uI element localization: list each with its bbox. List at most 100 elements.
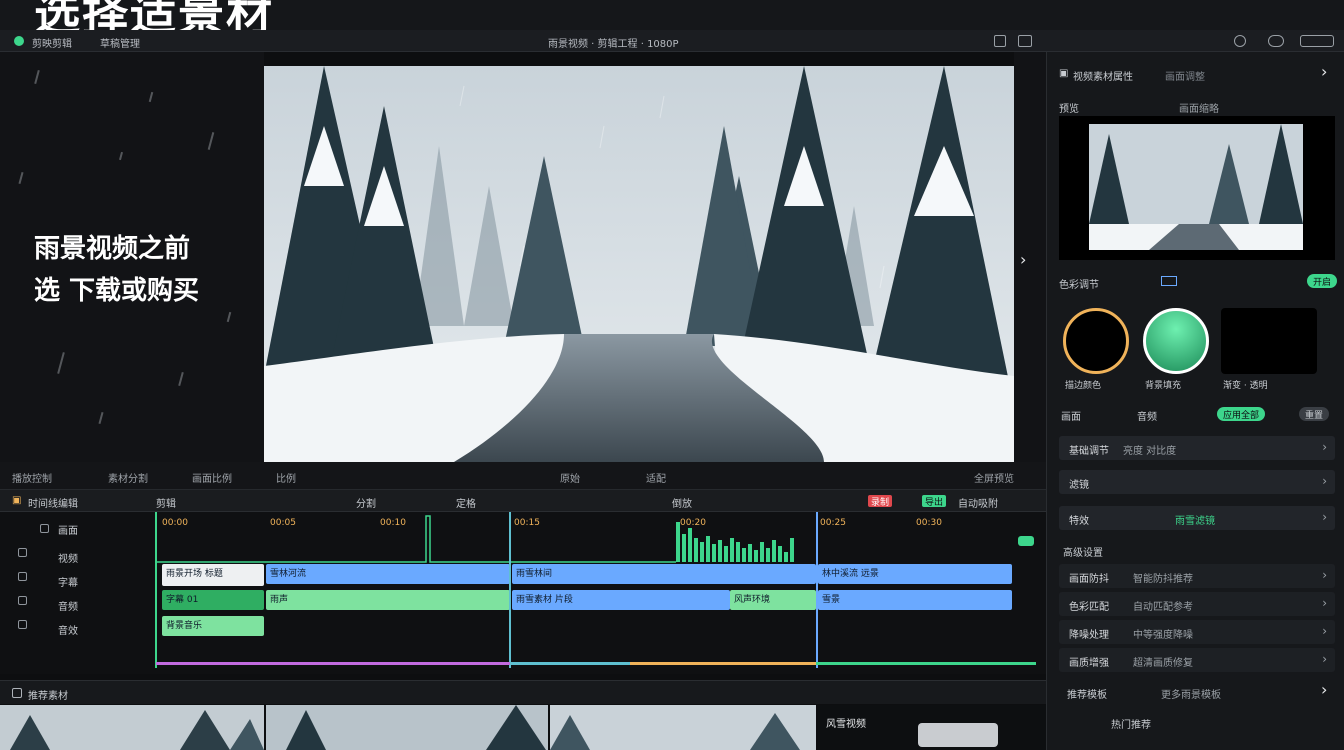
track-label: 画面 (58, 526, 78, 537)
swatch-fill[interactable] (1143, 308, 1209, 374)
material-thumb[interactable] (266, 705, 548, 750)
apply-all-button[interactable]: 应用全部 (1217, 407, 1266, 421)
app-name: 剪映剪辑 (32, 39, 72, 50)
track-mute-icon[interactable] (18, 620, 27, 629)
project-menu[interactable]: 草稿管理 (100, 35, 140, 50)
ctrl-item-split[interactable]: 素材分割 (108, 470, 148, 485)
row-chevron-icon: › (1322, 510, 1327, 524)
marker-line (816, 512, 818, 668)
bottom-header: 推荐模板 (1067, 690, 1107, 701)
timeline-title: 时间线编辑 (28, 499, 78, 510)
video-clip[interactable]: 雨雪素材 片段 (512, 590, 730, 610)
promo-line-2: 选 下载或购买 (34, 276, 200, 306)
next-chevron-icon[interactable]: › (1020, 250, 1026, 269)
row-chevron-icon: › (1322, 652, 1327, 666)
layout-icon[interactable] (994, 35, 1006, 47)
snap-toggle[interactable]: 自动吸附 (958, 495, 998, 510)
inspector-collapse-icon[interactable]: › (1321, 62, 1327, 81)
track-label: 字幕 (58, 578, 78, 589)
ctrl-item-play[interactable]: 播放控制 (12, 470, 52, 485)
inspector-row[interactable]: 滤镜 › (1059, 470, 1335, 494)
row-chevron-icon: › (1322, 440, 1327, 454)
row-value: 雨雪滤镜 (1175, 516, 1215, 527)
bottom-label: 热门推荐 (1111, 720, 1151, 731)
row-value: 超清画质修复 (1133, 658, 1193, 669)
export-badge[interactable]: 导出 (922, 495, 947, 508)
tool-split[interactable]: 分割 (356, 495, 376, 510)
promo-text: 雨景视频之前 选 下载或购买 (34, 228, 199, 312)
ctrl-item-fullscreen[interactable]: 全屏预览 (974, 470, 1014, 485)
bottom-chevron-icon[interactable]: › (1321, 680, 1327, 699)
progress-range (156, 662, 510, 665)
tool-cut[interactable]: 剪辑 (156, 495, 176, 510)
ctrl-item-ratio[interactable]: 画面比例 (192, 470, 232, 485)
adv-row[interactable]: 降噪处理 中等强度降噪 › (1059, 620, 1335, 644)
subtitle-clip[interactable]: 雨声 (266, 590, 510, 610)
adv-row[interactable]: 画质增强 超清画质修复 › (1059, 648, 1335, 672)
color-header: 色彩调节 (1059, 280, 1099, 291)
materials-strip: 风雪视频 (0, 705, 1046, 750)
bottom-tag[interactable]: 更多雨景模板 (1161, 686, 1221, 701)
track-eye-icon[interactable] (18, 548, 27, 557)
title-clip[interactable]: 雨景开场 标题 (162, 564, 264, 586)
track-lock-icon[interactable] (40, 524, 49, 533)
row-value: 自动匹配参考 (1133, 602, 1193, 613)
video-clip[interactable]: 林中溪流 远景 (818, 564, 1012, 584)
grid-icon[interactable] (1161, 276, 1177, 286)
record-badge[interactable]: 录制 (868, 495, 893, 508)
help-icon[interactable] (1234, 35, 1246, 47)
track-eye-icon[interactable] (18, 572, 27, 581)
swatch-stroke[interactable] (1063, 308, 1129, 374)
audio-clip[interactable]: 背景音乐 (162, 616, 264, 636)
menu-icon[interactable] (1018, 35, 1032, 47)
material-thumb[interactable] (0, 705, 264, 750)
video-preview[interactable] (264, 66, 1014, 462)
video-clip[interactable]: 雪林河流 (266, 564, 510, 584)
track-label: 音效 (58, 626, 78, 637)
subtitle-clip[interactable]: 风声环境 (730, 590, 816, 610)
preview-left-pane: 雨景视频之前 选 下载或购买 (0, 52, 264, 462)
tool-freeze[interactable]: 定格 (456, 495, 476, 510)
video-clip[interactable]: 雨雪林间 (512, 564, 816, 584)
row-chevron-icon: › (1322, 568, 1327, 582)
material-thumb[interactable]: 风雪视频 (818, 705, 1046, 750)
inspector-row[interactable]: 基础调节 亮度 对比度 › (1059, 436, 1335, 460)
track-label: 视频 (58, 554, 78, 565)
timeline-tracks[interactable]: 00:00 00:05 00:10 00:15 00:20 00:25 00:3… (0, 512, 1046, 674)
tool-reverse[interactable]: 倒放 (672, 495, 692, 510)
ctrl-item-fit[interactable]: 适配 (646, 470, 666, 485)
inspector-title: 视频素材属性 (1073, 72, 1133, 83)
tab-video[interactable]: 画面 (1061, 408, 1081, 423)
row-label: 画质增强 (1069, 658, 1109, 669)
color-toggle[interactable]: 开启 (1307, 274, 1338, 288)
timeline-header: ▣ 时间线编辑 剪辑 分割 定格 倒放 录制 导出 自动吸附 (0, 490, 1046, 512)
timeline-icon: ▣ (12, 495, 22, 506)
row-chevron-icon: › (1322, 474, 1327, 488)
row-label: 色彩匹配 (1069, 602, 1109, 613)
cloud-icon[interactable] (1268, 35, 1284, 47)
track-label: 音频 (58, 602, 78, 613)
row-label: 降噪处理 (1069, 630, 1109, 641)
subtitle-clip[interactable]: 字幕 01 (162, 590, 264, 610)
section-title: 高级设置 (1063, 548, 1103, 559)
row-label: 基础调节 (1069, 446, 1109, 457)
reset-button[interactable]: 重置 (1299, 407, 1330, 421)
row-label: 画面防抖 (1069, 574, 1109, 585)
ctrl-item-scale[interactable]: 比例 (276, 470, 296, 485)
swatch-gradient[interactable] (1221, 308, 1317, 374)
track-mute-icon[interactable] (18, 596, 27, 605)
row-chevron-icon: › (1322, 624, 1327, 638)
inspector-row[interactable]: 特效 雨雪滤镜 › (1059, 506, 1335, 530)
video-clip[interactable]: 雪景 (818, 590, 1012, 610)
adv-row[interactable]: 画面防抖 智能防抖推荐 › (1059, 564, 1335, 588)
inspector-preview[interactable] (1059, 116, 1335, 260)
material-thumb[interactable] (550, 705, 816, 750)
zoom-toggle[interactable] (1018, 536, 1034, 546)
export-button[interactable] (1300, 35, 1334, 47)
ctrl-item-original[interactable]: 原始 (560, 470, 580, 485)
adv-row[interactable]: 色彩匹配 自动匹配参考 › (1059, 592, 1335, 616)
project-title: 雨景视频 · 剪辑工程 · 1080P (548, 39, 679, 50)
playhead[interactable] (155, 512, 157, 668)
materials-title: 推荐素材 (28, 691, 68, 702)
tab-audio[interactable]: 音频 (1137, 408, 1157, 423)
